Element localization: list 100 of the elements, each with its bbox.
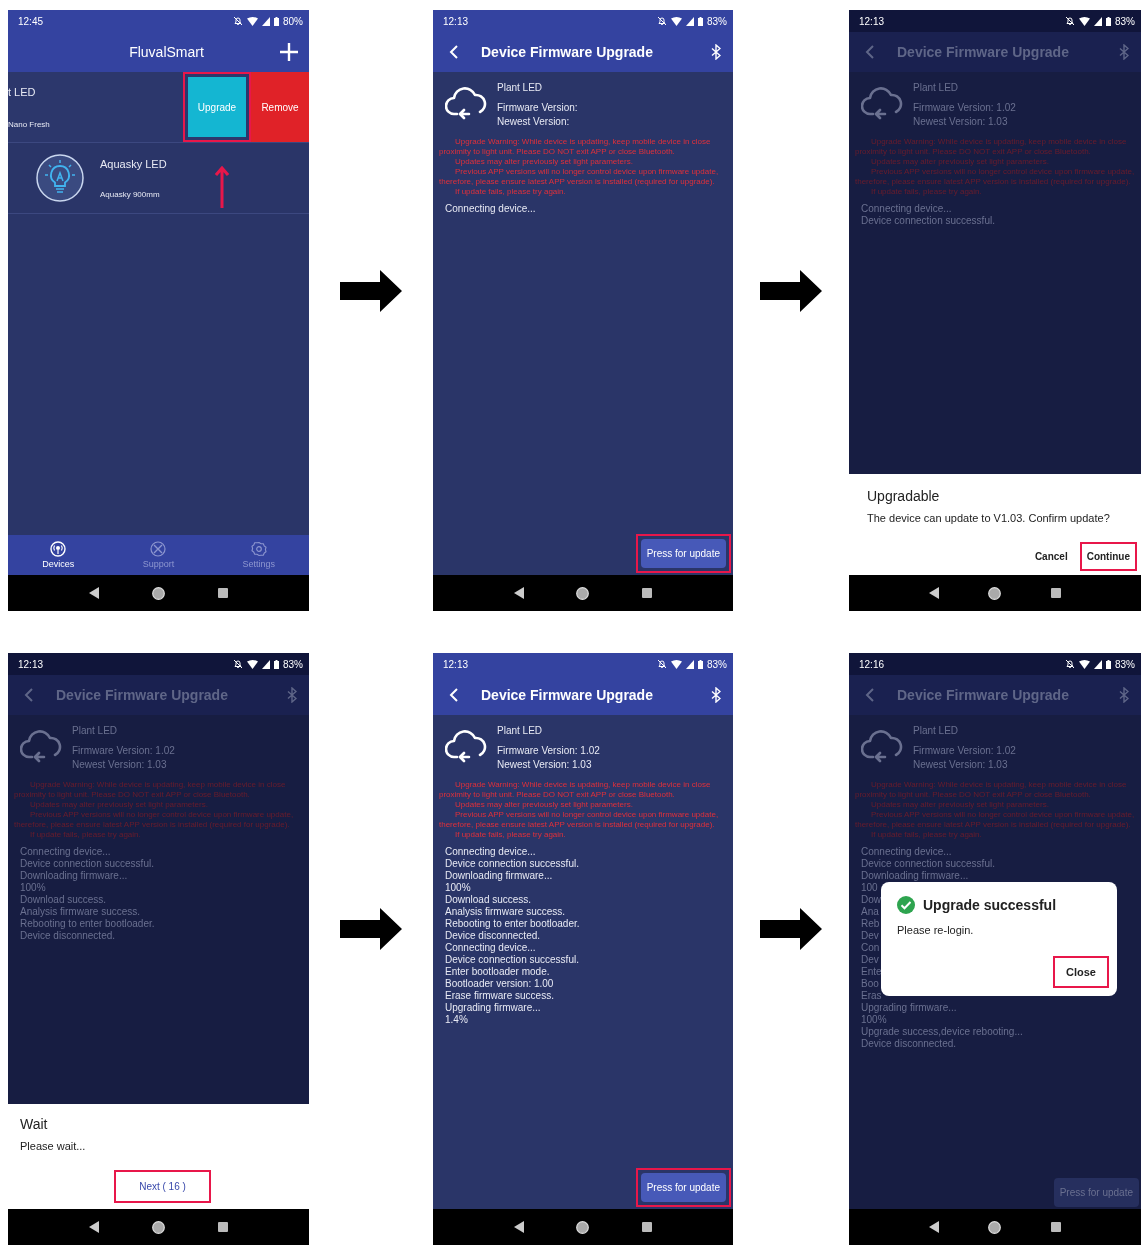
dialog-button[interactable]: Close (1058, 961, 1104, 983)
battery-percent: 83% (707, 15, 727, 27)
settings-icon (250, 541, 267, 557)
signal-icon (1094, 16, 1102, 26)
status-time: 12:13 (18, 658, 44, 670)
log-line: Download success. (20, 894, 107, 906)
battery-icon (1106, 659, 1111, 669)
dialog-button[interactable]: Cancel (1032, 547, 1070, 566)
warning-text: Updates may alter previously set light parameters. (870, 157, 1050, 167)
log-line: Ente (861, 966, 882, 978)
home-circle-icon[interactable] (988, 586, 1002, 600)
mute-bell-icon (233, 16, 243, 26)
back-triangle-icon[interactable] (514, 587, 525, 599)
mute-bell-icon (657, 16, 667, 26)
bluetooth-icon (1119, 44, 1129, 60)
back-triangle-icon[interactable] (89, 1221, 100, 1233)
wifi-icon (671, 16, 682, 26)
update-button[interactable]: Press for update (640, 539, 726, 568)
arrow-icon (760, 269, 822, 312)
screen-title: Device Firmware Upgrade (481, 687, 654, 703)
firmware-version: Firmware Version: (497, 102, 578, 113)
update-button[interactable]: Press for update (640, 1173, 726, 1202)
log-line: Download success. (445, 894, 532, 906)
battery-percent: 80% (283, 15, 303, 27)
warning-text: Previous APP versions will no longer control device upon firmware update, therefore, please ensure latest APP version is installed (required for upgrade). (855, 810, 1135, 830)
home-circle-icon[interactable] (152, 586, 165, 600)
status-time: 12:13 (859, 15, 885, 27)
log-line: Connecting device... (861, 846, 952, 858)
warning-text: Upgrade Warning: While device is updating, keep mobile device in close proximity to light unit. Please DO NOT exit APP or close Bluetooth. (439, 780, 712, 800)
dialog-button[interactable]: Next ( 16 ) (119, 1175, 206, 1198)
dialog-title: Upgradable (867, 488, 941, 504)
log-line: Device connection successful. (20, 858, 154, 870)
battery-icon (698, 659, 703, 669)
cloud-sync-icon (445, 84, 489, 122)
newest-version: Newest Version: (497, 116, 571, 127)
log-line: Analysis firmware success. (20, 906, 141, 918)
dialog-message: Please re-login. (897, 924, 974, 936)
warning-text: Upgrade Warning: While device is updating, keep mobile device in close proximity to light unit. Please DO NOT exit APP or close Bluetooth. (439, 137, 712, 157)
log-line: 100 (861, 882, 878, 894)
home-circle-icon[interactable] (576, 1220, 590, 1234)
recents-square-icon[interactable] (641, 588, 652, 598)
firmware-version: Firmware Version: 1.02 (72, 745, 175, 756)
log-line: Device connection successful. (445, 954, 579, 966)
tools-icon (150, 541, 167, 557)
mute-bell-icon (1065, 659, 1075, 669)
wifi-icon (247, 16, 258, 26)
back-triangle-icon[interactable] (514, 1221, 525, 1233)
home-circle-icon[interactable] (988, 1220, 1002, 1234)
add-icon[interactable] (279, 42, 299, 62)
lightbulb-icon (36, 154, 84, 202)
device-name: Plant LED (497, 725, 544, 736)
battery-percent: 83% (1115, 15, 1135, 27)
firmware-version: Firmware Version: 1.02 (913, 745, 1016, 756)
recents-square-icon[interactable] (1051, 588, 1062, 598)
warning-text: If update fails, please try again. (870, 830, 983, 840)
status-time: 12:45 (18, 15, 44, 27)
dialog-title: Upgrade successful (923, 899, 1057, 911)
log-line: Connecting device... (445, 203, 536, 215)
home-circle-icon[interactable] (576, 586, 590, 600)
arrow-icon (340, 908, 402, 950)
log-line: Dev (861, 930, 879, 942)
up-arrow-icon (215, 166, 229, 208)
newest-version: Newest Version: 1.03 (497, 759, 593, 770)
device-row[interactable]: Aquasky LED Aquasky 900mm (8, 143, 309, 214)
recents-square-icon[interactable] (217, 588, 228, 598)
log-line: Upgrade success,device rebooting... (861, 1026, 1023, 1038)
warning-text: If update fails, please try again. (29, 830, 142, 840)
home-circle-icon[interactable] (152, 1220, 165, 1234)
signal-icon (262, 659, 270, 669)
dialog-button[interactable]: Continue (1084, 547, 1132, 566)
warning-text: If update fails, please try again. (454, 187, 567, 197)
bluetooth-icon (287, 687, 297, 703)
warning-text: Updates may alter previously set light parameters. (454, 800, 634, 810)
log-line: Upgrading firmware... (861, 1002, 957, 1014)
wifi-icon (671, 659, 682, 669)
log-line: Connecting device... (445, 846, 536, 858)
signal-icon (686, 16, 694, 26)
back-triangle-icon[interactable] (89, 587, 100, 599)
screen-title: Device Firmware Upgrade (897, 44, 1070, 60)
device-model: Aquasky 900mm (100, 189, 161, 199)
battery-percent: 83% (707, 658, 727, 670)
back-triangle-icon[interactable] (928, 1221, 939, 1233)
recents-square-icon[interactable] (1051, 1222, 1062, 1232)
log-line: 100% (445, 882, 471, 894)
recents-square-icon[interactable] (217, 1222, 228, 1232)
device-row[interactable]: t LED Nano Fresh Upgrade Remove (8, 72, 309, 143)
swipe-action-button[interactable]: Remove (251, 72, 309, 142)
warning-text: Updates may alter previously set light parameters. (29, 800, 209, 810)
warning-text: Updates may alter previously set light parameters. (870, 800, 1050, 810)
bluetooth-icon (1119, 687, 1129, 703)
back-triangle-icon[interactable] (928, 587, 939, 599)
log-line: Device connection successful. (861, 215, 995, 227)
recents-square-icon[interactable] (641, 1222, 652, 1232)
screen-title: Device Firmware Upgrade (481, 44, 654, 60)
log-line: 100% (20, 882, 46, 894)
warning-text: If update fails, please try again. (454, 830, 567, 840)
nav-tab[interactable]: Devices (8, 535, 109, 575)
log-line: Bootloader version: 1.00 (445, 978, 554, 990)
log-line: Dev (861, 954, 879, 966)
cloud-sync-icon (445, 727, 489, 765)
